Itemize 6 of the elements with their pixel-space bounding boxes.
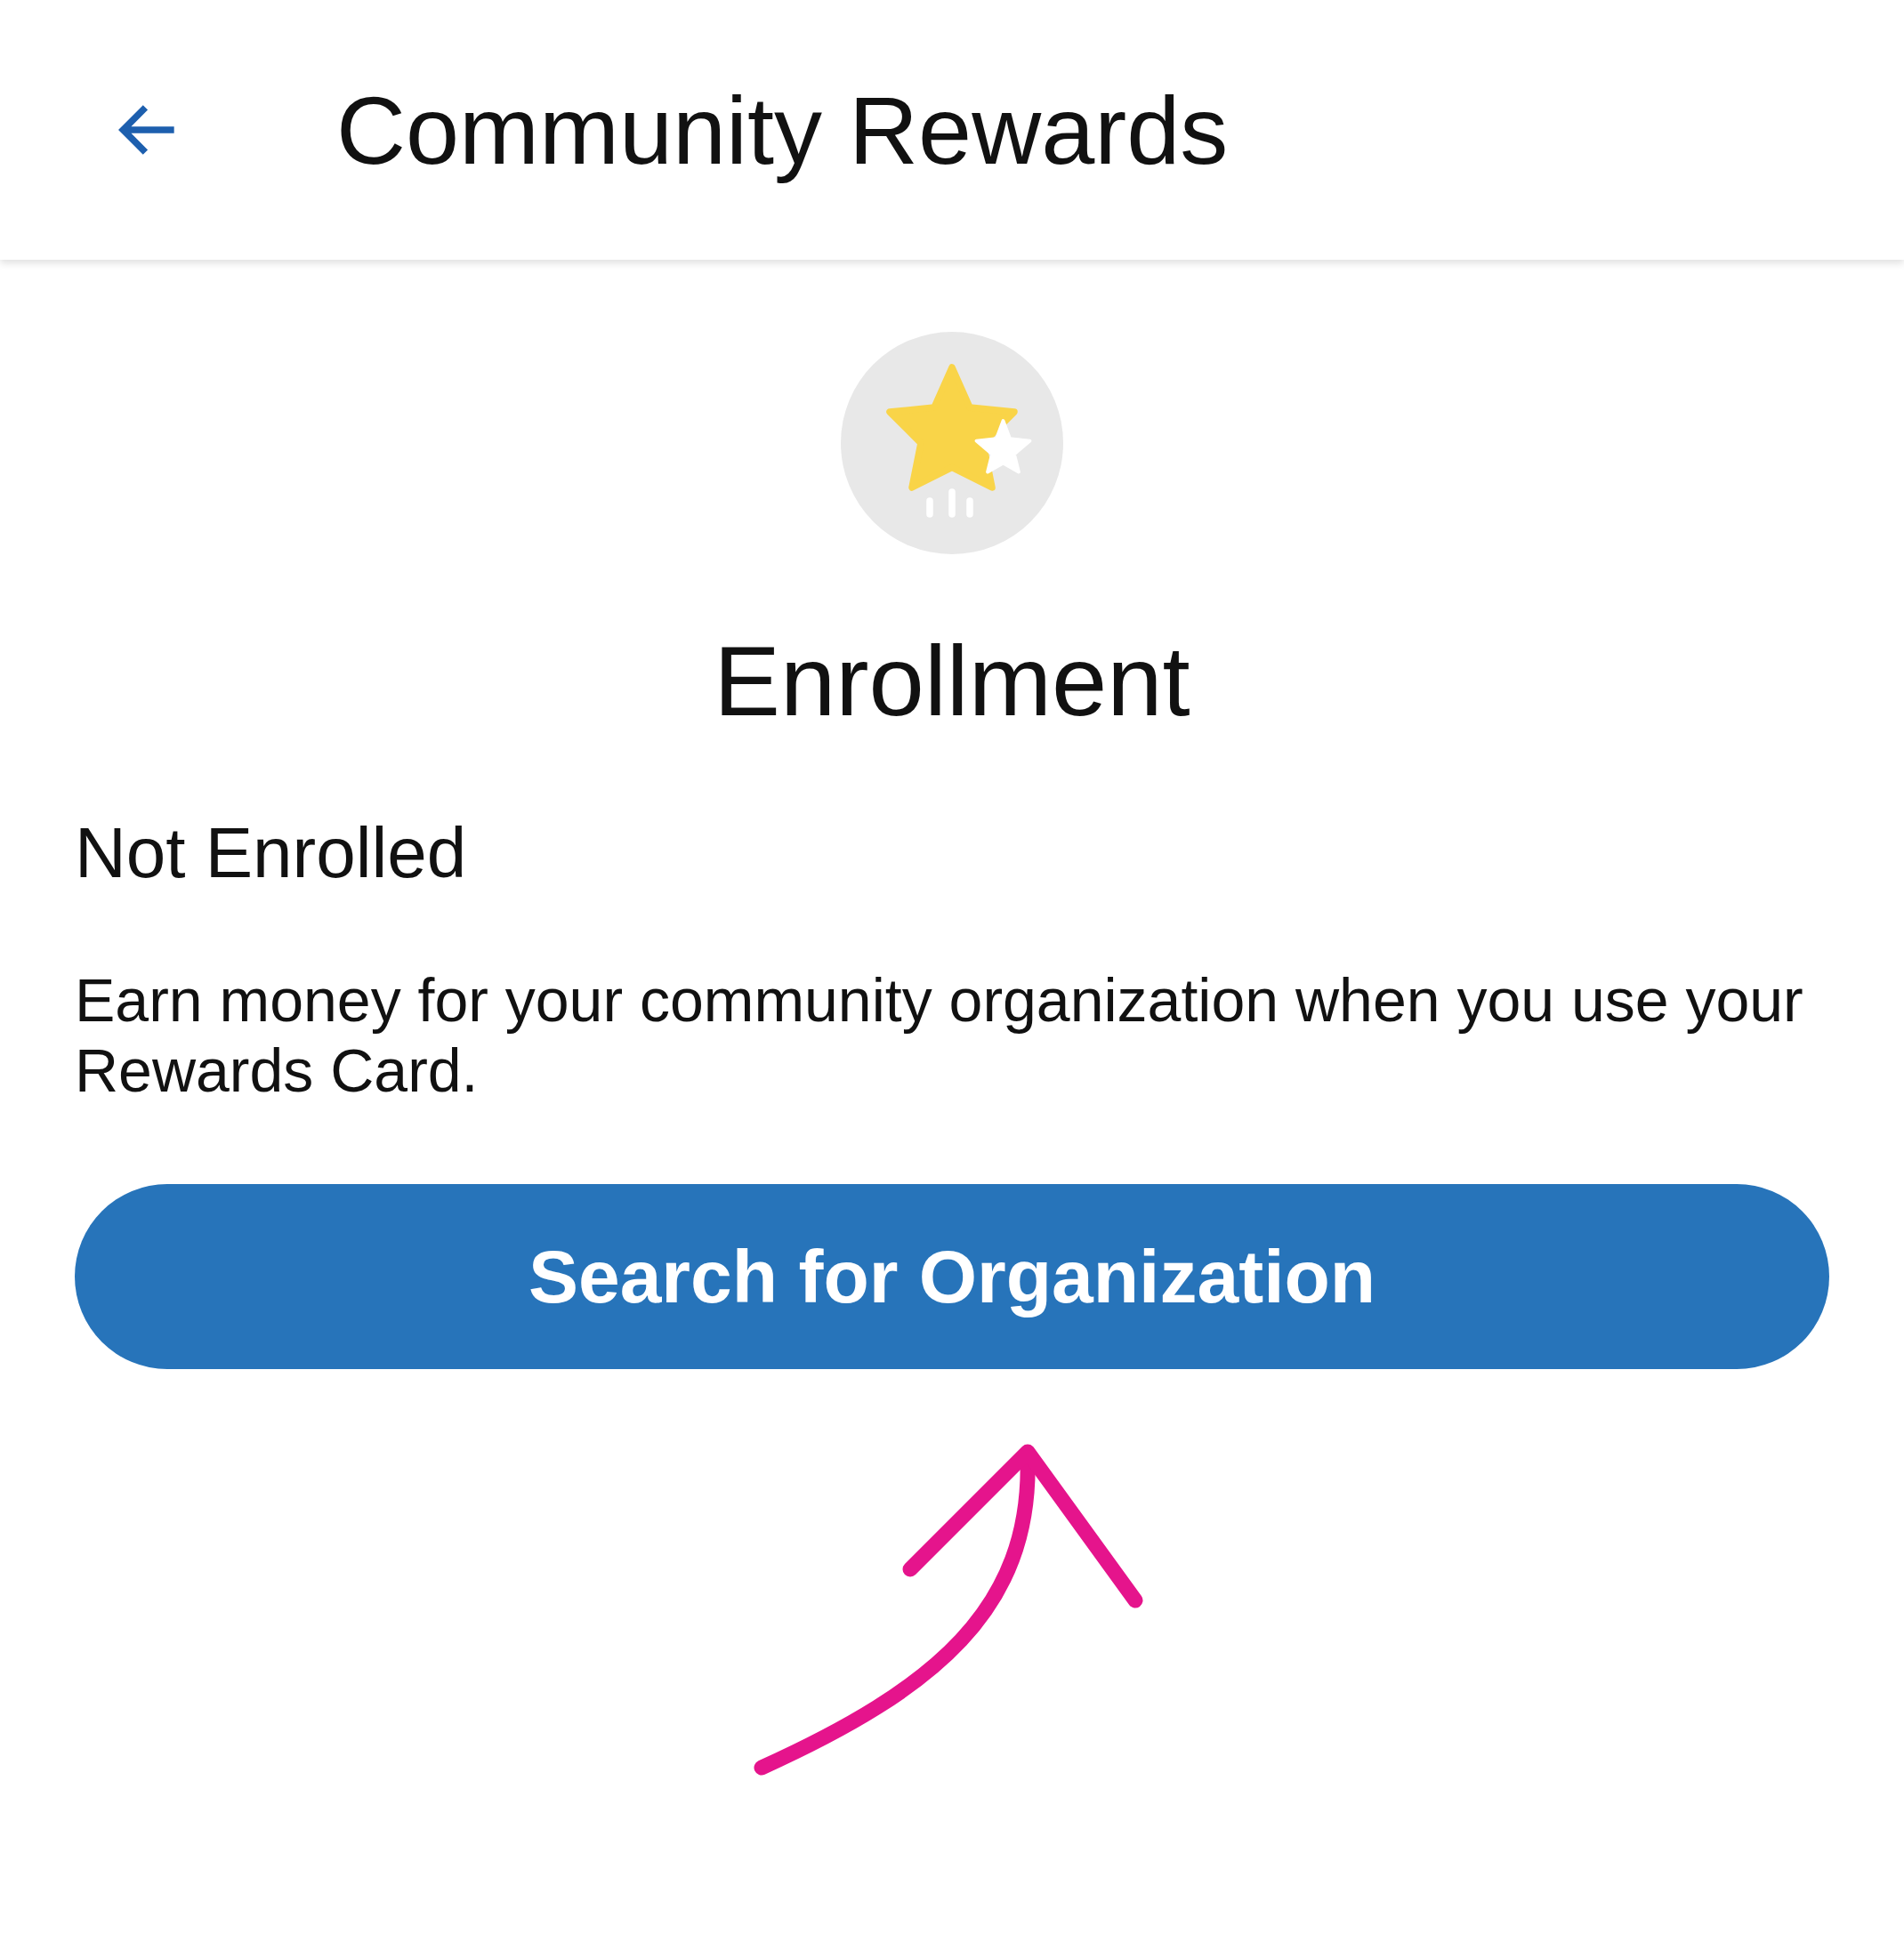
enrollment-status: Not Enrolled xyxy=(75,812,467,895)
description-text: Earn money for your community organization when you use your Rewards Card. xyxy=(75,965,1804,1107)
screen-title: Community Rewards xyxy=(336,75,1229,186)
section-heading: Enrollment xyxy=(714,625,1190,738)
search-organization-button[interactable]: Search for Organization xyxy=(75,1184,1829,1370)
star-badge-icon xyxy=(841,332,1063,554)
